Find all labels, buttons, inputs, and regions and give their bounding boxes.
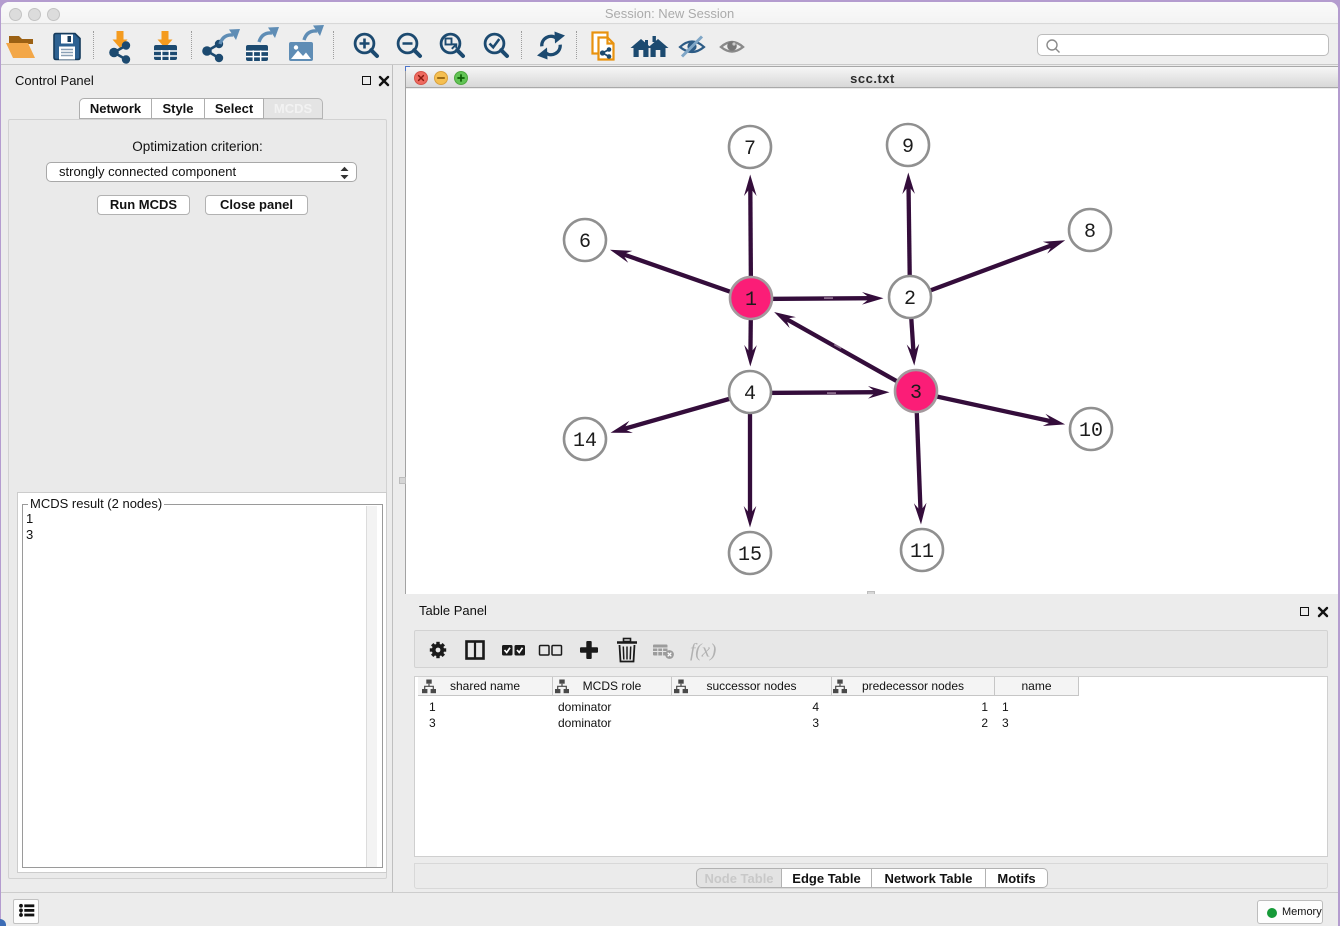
svg-text:3: 3 (910, 382, 922, 405)
svg-text:8: 8 (1084, 221, 1096, 244)
svg-text:6: 6 (579, 231, 591, 254)
svg-text:1: 1 (745, 289, 757, 312)
svg-text:f(x): f(x) (690, 641, 716, 662)
svg-text:11: 11 (910, 541, 934, 564)
svg-text:15: 15 (738, 544, 762, 567)
svg-text:10: 10 (1079, 420, 1103, 443)
svg-text:4: 4 (744, 383, 756, 406)
svg-text:7: 7 (744, 138, 756, 161)
svg-text:9: 9 (902, 136, 914, 159)
svg-text:14: 14 (573, 430, 597, 453)
svg-text:2: 2 (904, 288, 916, 311)
